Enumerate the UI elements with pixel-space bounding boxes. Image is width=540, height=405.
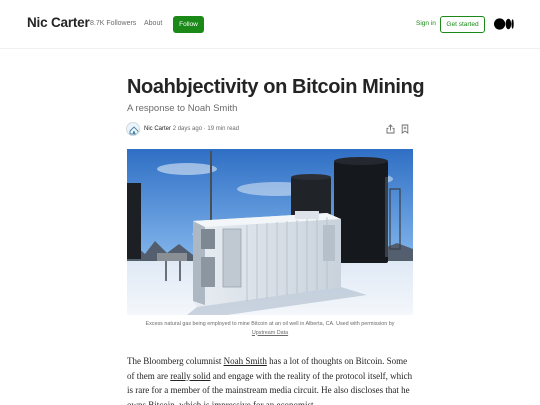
publish-date: 2 days ago <box>172 126 203 132</box>
top-navigation-bar: Nic Carter 8.7K Followers About Follow S… <box>0 0 540 49</box>
read-time: 19 min read <box>207 126 240 132</box>
medium-logo-icon[interactable] <box>494 18 514 30</box>
really-solid-link[interactable]: really solid <box>170 371 210 381</box>
author-avatar[interactable] <box>126 122 140 136</box>
caption-link[interactable]: Upstream Data <box>252 330 288 336</box>
follow-button[interactable]: Follow <box>173 16 204 33</box>
image-caption: Excess natural gas being employed to min… <box>127 320 413 337</box>
article-body-paragraph: The Bloomberg columnist Noah Smith has a… <box>127 354 413 405</box>
avatar-image <box>127 123 139 135</box>
noah-smith-link[interactable]: Noah Smith <box>224 356 267 366</box>
followers-count[interactable]: 8.7K Followers <box>90 20 136 27</box>
about-link[interactable]: About <box>144 20 162 27</box>
body-text-1: The Bloomberg columnist <box>127 356 224 366</box>
bookmark-icon[interactable] <box>401 124 409 134</box>
caption-text: Excess natural gas being employed to min… <box>145 321 395 327</box>
get-started-button[interactable]: Get started <box>440 16 485 33</box>
article-meta: Nic Carter 2 days ago · 19 min read <box>144 126 239 132</box>
publication-name[interactable]: Nic Carter <box>27 15 90 30</box>
sign-in-link[interactable]: Sign in <box>416 20 436 27</box>
share-icon[interactable] <box>386 124 395 134</box>
article-title: Noahbjectivity on Bitcoin Mining <box>127 76 425 98</box>
meta-separator: · <box>203 126 206 132</box>
author-name[interactable]: Nic Carter <box>144 126 171 132</box>
article-subtitle: A response to Noah Smith <box>127 103 238 114</box>
hero-photo <box>127 149 413 315</box>
hero-photo-illustration <box>127 149 413 315</box>
